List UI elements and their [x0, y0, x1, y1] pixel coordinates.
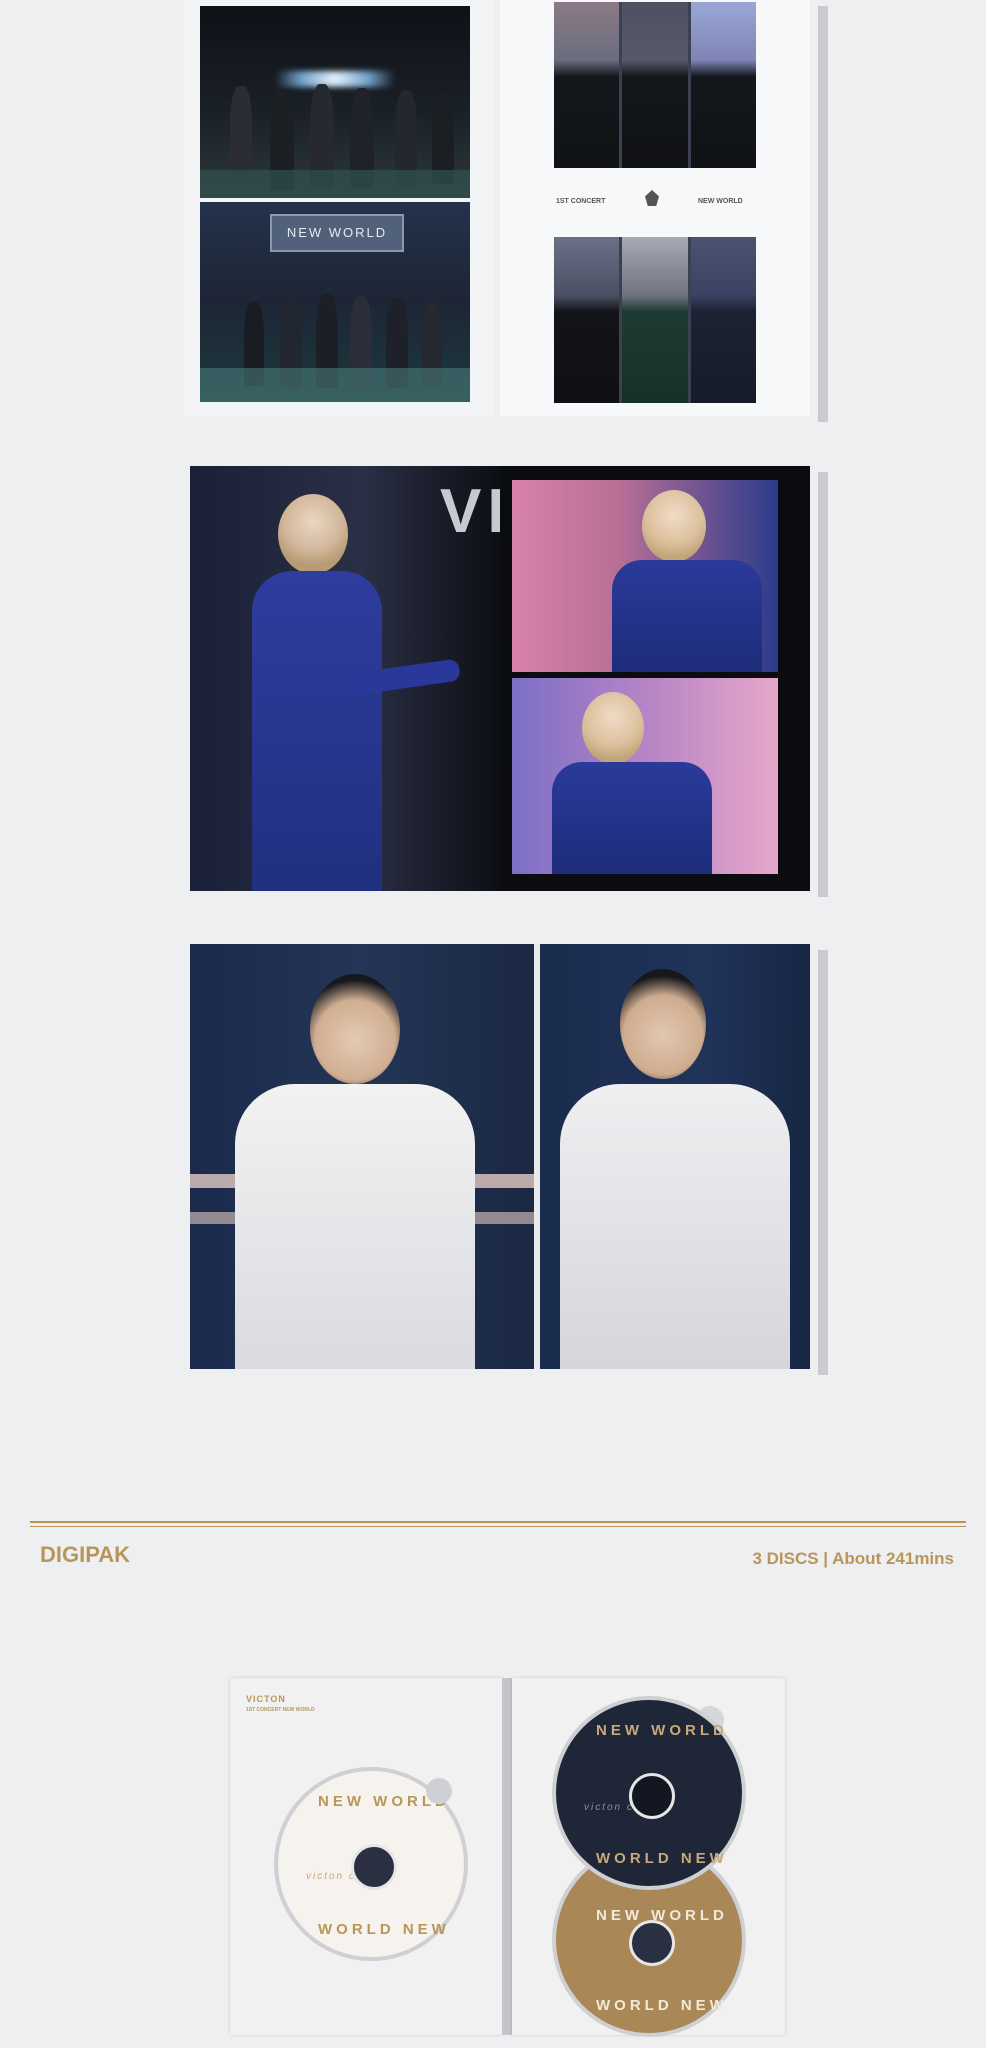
disc-hub [629, 1920, 675, 1966]
right-page [500, 466, 810, 891]
stage-banner: NEW WORLD [270, 214, 404, 252]
section-divider [30, 1526, 966, 1527]
section-title: DIGIPAK [40, 1542, 131, 1567]
disc-navy: NEW WORLD victon concert WORLD NEW [552, 1696, 746, 1890]
wall-letters: VI [440, 477, 500, 546]
page-shadow [818, 6, 828, 422]
subtitle-label: 1ST CONCERT NEW WORLD [246, 1707, 315, 1713]
stage-photo-bottom: NEW WORLD [200, 202, 470, 402]
photobook-spread-1: NEW WORLD 1ST CONCERT NEW WORLD [184, 0, 828, 422]
portrait-row-bottom [554, 237, 756, 403]
disc-hub [351, 1844, 397, 1890]
photobook-spread-2: VI [190, 466, 828, 897]
disc-text: NEW WORLD [596, 1722, 728, 1739]
disc-text: WORLD NEW [596, 1997, 728, 2014]
digipak-right-panel: NEW WORLD WORLD NEW NEW WORLD victon con… [512, 1678, 785, 2037]
caption-right: NEW WORLD [698, 198, 743, 205]
section-divider [30, 1521, 966, 1523]
disc-text: WORLD NEW [596, 1850, 728, 1867]
page-shadow [818, 950, 828, 1375]
left-page: VI [190, 466, 500, 891]
disc-tab [426, 1778, 452, 1804]
disc-hub [629, 1773, 675, 1819]
screen-photo-top [512, 480, 778, 672]
crest-icon [645, 190, 659, 206]
brand-label: VICTON [246, 1694, 286, 1704]
disc-text: WORLD NEW [318, 1921, 450, 1938]
page-shadow [818, 472, 828, 897]
stage-photo-top [200, 6, 470, 198]
disc-info: 3 DISCS | About 241mins [752, 1549, 954, 1568]
screen-photo-bottom [512, 678, 778, 874]
caption-left: 1ST CONCERT [556, 198, 606, 205]
right-page [540, 944, 810, 1369]
portrait-row-top [554, 2, 756, 168]
left-page [190, 944, 534, 1369]
photobook-spread-3 [190, 944, 828, 1375]
right-page: 1ST CONCERT NEW WORLD [500, 0, 810, 416]
digipak-left-panel: VICTON 1ST CONCERT NEW WORLD NEW WORLD v… [230, 1678, 502, 2035]
left-page: NEW WORLD [184, 0, 494, 416]
digipak: VICTON 1ST CONCERT NEW WORLD NEW WORLD v… [230, 1678, 785, 2037]
digipak-spine [502, 1678, 512, 2035]
